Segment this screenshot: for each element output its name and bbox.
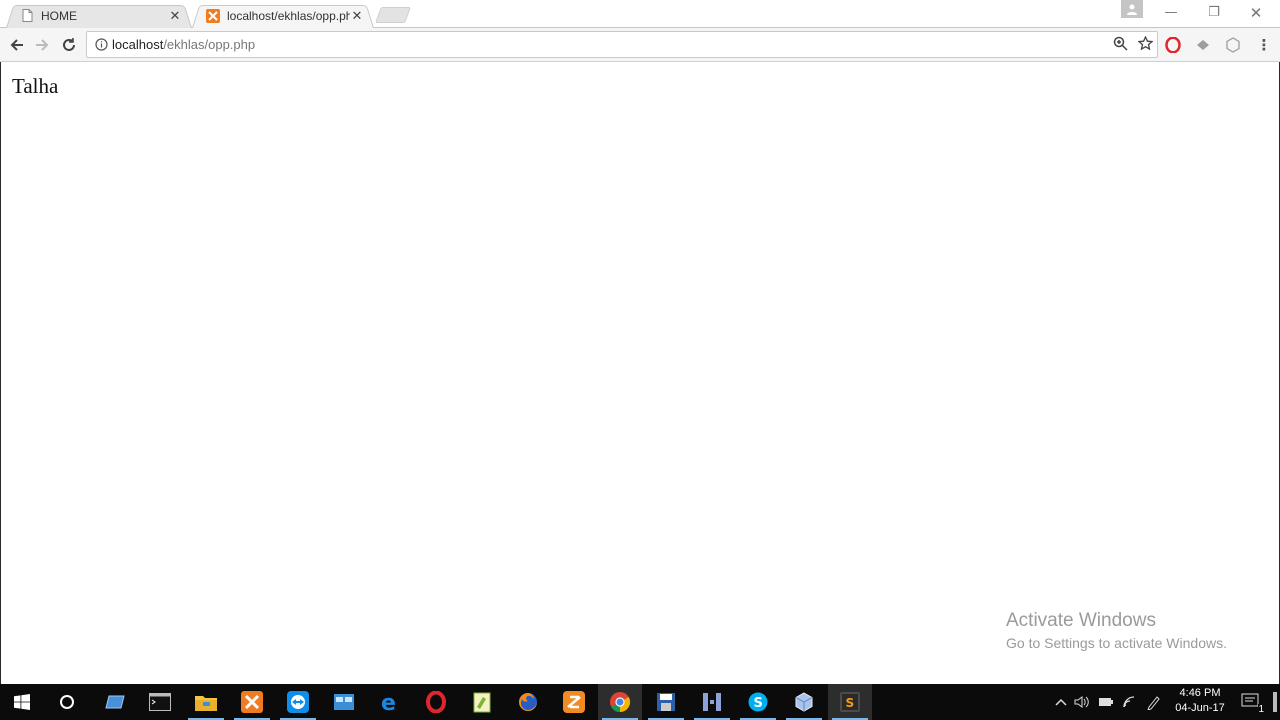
page-text: Talha — [12, 74, 59, 98]
menu-icon[interactable]: ⋮ — [1254, 35, 1274, 55]
back-arrow-icon[interactable] — [5, 33, 29, 57]
new-tab-button[interactable] — [375, 7, 411, 23]
notepad-plus-icon[interactable] — [460, 684, 504, 720]
bookmark-star-icon[interactable] — [1137, 35, 1154, 54]
svg-text:e: e — [381, 691, 396, 713]
firefox-icon[interactable] — [506, 684, 550, 720]
app-icon[interactable] — [322, 684, 366, 720]
tablet-icon[interactable] — [93, 684, 137, 720]
activate-windows-watermark: Activate Windows Go to Settings to activ… — [1006, 609, 1227, 653]
xampp-icon — [206, 8, 220, 23]
reload-icon[interactable] — [57, 33, 81, 57]
zoom-icon[interactable] — [1113, 36, 1128, 54]
wifi-icon[interactable] — [1121, 693, 1139, 711]
cube-extension-icon[interactable] — [1223, 35, 1243, 55]
chevron-up-icon[interactable] — [1052, 693, 1070, 711]
profile-icon[interactable] — [1121, 0, 1143, 18]
edge-icon[interactable]: e — [368, 684, 412, 720]
battery-icon[interactable] — [1097, 693, 1115, 711]
minimize-icon[interactable]: — — [1156, 4, 1186, 22]
tab-opp[interactable]: localhost/ekhlas/opp.php ✕ — [192, 3, 374, 28]
notification-icon[interactable]: 1 — [1240, 693, 1264, 715]
svg-text:S: S — [846, 696, 855, 710]
tab-home[interactable]: HOME ✕ — [6, 3, 192, 28]
cmd-icon[interactable] — [138, 684, 182, 720]
watermark-title: Activate Windows — [1006, 610, 1156, 631]
extension-icon[interactable] — [1193, 35, 1213, 55]
close-icon[interactable]: ✕ — [350, 8, 364, 24]
show-desktop-button[interactable] — [1273, 692, 1277, 712]
taskbar: e S S 4:46 PM 04-Jun-17 1 — [0, 684, 1280, 720]
file-explorer-icon[interactable] — [184, 684, 228, 720]
browser-toolbar: localhost/ekhlas/opp.php ⋮ — [0, 28, 1280, 62]
watermark-subtitle: Go to Settings to activate Windows. — [1006, 635, 1227, 651]
skype-icon[interactable]: S — [736, 684, 780, 720]
volume-icon[interactable] — [1073, 693, 1091, 711]
url-path: /ekhlas/opp.php — [163, 37, 256, 52]
tab-strip: HOME ✕ localhost/ekhlas/opp.php ✕ — ❐ ✕ — [0, 0, 1280, 28]
xampp-icon[interactable] — [230, 684, 274, 720]
info-icon[interactable] — [90, 38, 112, 51]
teamviewer-icon[interactable] — [276, 684, 320, 720]
pen-icon[interactable] — [1145, 693, 1163, 711]
clock[interactable]: 4:46 PM 04-Jun-17 — [1170, 686, 1230, 716]
close-window-icon[interactable]: ✕ — [1241, 4, 1271, 22]
h-app-icon[interactable] — [690, 684, 734, 720]
close-icon[interactable]: ✕ — [168, 8, 182, 24]
filezilla-icon[interactable] — [552, 684, 596, 720]
file-save-icon[interactable] — [644, 684, 688, 720]
start-icon[interactable] — [0, 684, 44, 720]
sublime-text-icon[interactable]: S — [828, 684, 872, 720]
opera-extension-icon[interactable] — [1163, 35, 1183, 55]
clock-date: 04-Jun-17 — [1175, 702, 1225, 714]
clock-time: 4:46 PM — [1179, 687, 1221, 699]
page-viewport: Talha Activate Windows Go to Settings to… — [0, 62, 1280, 684]
forward-arrow-icon[interactable] — [30, 33, 54, 57]
restore-icon[interactable]: ❐ — [1199, 4, 1229, 22]
address-bar[interactable]: localhost/ekhlas/opp.php — [86, 31, 1158, 58]
page-icon — [20, 9, 34, 23]
svg-text:S: S — [754, 696, 763, 711]
tab-title: localhost/ekhlas/opp.php — [227, 8, 350, 23]
tab-title: HOME — [41, 8, 77, 23]
url-host: localhost — [112, 37, 164, 52]
chrome-icon[interactable] — [598, 684, 642, 720]
opera-icon[interactable] — [414, 684, 458, 720]
notification-count: 1 — [1258, 704, 1264, 715]
virtualbox-icon[interactable] — [782, 684, 826, 720]
cortana-icon[interactable] — [45, 684, 89, 720]
